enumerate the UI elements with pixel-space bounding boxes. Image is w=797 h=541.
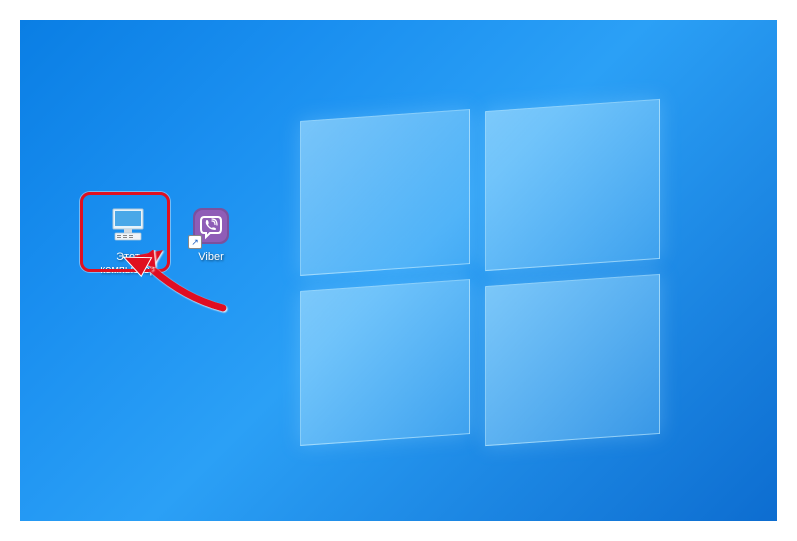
viber-icon: ↗ bbox=[190, 205, 232, 247]
this-pc-icon bbox=[107, 205, 149, 247]
desktop-icon-label: Viber bbox=[175, 251, 247, 264]
desktop-icon-this-pc[interactable]: Этот компьютер bbox=[92, 205, 164, 277]
desktop-icon-viber[interactable]: ↗ Viber bbox=[175, 205, 247, 264]
windows-desktop[interactable]: Этот компьютер ↗ Viber bbox=[20, 20, 777, 521]
windows-logo-wallpaper bbox=[300, 100, 670, 440]
shortcut-arrow-badge: ↗ bbox=[188, 235, 202, 249]
desktop-icon-label: Этот компьютер bbox=[92, 251, 164, 277]
